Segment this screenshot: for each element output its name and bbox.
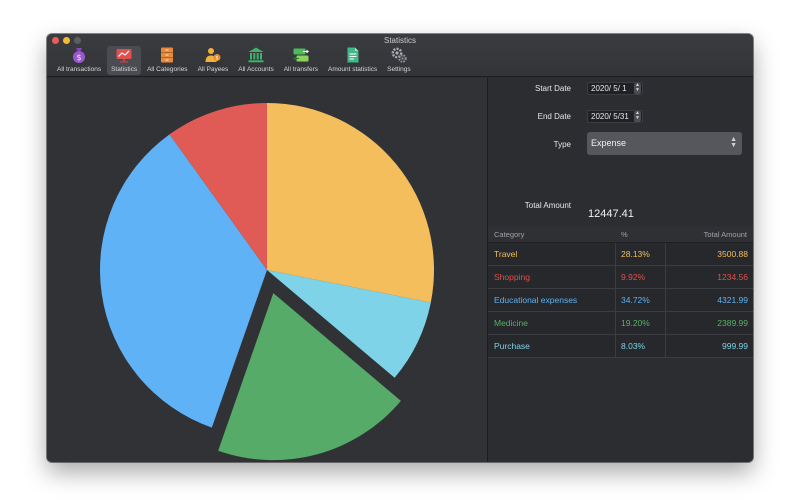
toolbar-label: All transactions — [57, 66, 102, 73]
amount-cell: 999.99 — [722, 341, 748, 351]
column-separator — [615, 312, 616, 335]
column-separator — [615, 266, 616, 289]
table-row[interactable]: Purchase 8.03% 999.99 — [488, 335, 753, 358]
cabinet-icon — [161, 47, 174, 63]
title-bar: Statistics $ All transactions Statistics — [47, 34, 753, 77]
toolbar-label: All Categories — [147, 66, 188, 73]
column-separator — [615, 243, 616, 266]
table-header: Category % Total Amount — [488, 226, 753, 243]
toolbar-label: All Accounts — [238, 66, 274, 73]
toolbar-label: Amount statistics — [328, 66, 378, 73]
column-header-percent[interactable]: % — [621, 230, 628, 239]
table-row[interactable]: Shopping 9.92% 1234.56 — [488, 266, 753, 289]
bank-icon — [248, 47, 264, 63]
type-select-value: Expense — [591, 138, 627, 148]
toolbar-item-statistics[interactable]: Statistics — [107, 46, 142, 75]
statistics-window: Statistics $ All transactions Statistics — [47, 34, 753, 462]
percent-cell: 9.92% — [621, 272, 646, 282]
percent-cell: 19.20% — [621, 318, 650, 328]
start-date-stepper[interactable]: ▲ ▼ — [634, 83, 641, 94]
toolbar-item-all-transactions[interactable]: $ All transactions — [53, 46, 105, 75]
toolbar-item-amount-statistics[interactable]: Amount statistics — [324, 46, 381, 75]
column-separator — [665, 243, 666, 266]
filter-and-summary-pane: Start Date 2020/ 5/ 1 ▲ ▼ End Date 2020/ … — [488, 78, 753, 462]
toolbar-item-all-payees[interactable]: $ All Payees — [194, 46, 233, 75]
toolbar-label: All transfers — [283, 66, 319, 73]
start-date-label: Start Date — [534, 84, 571, 93]
amount-cell: 1234.56 — [717, 272, 748, 282]
toolbar-item-settings[interactable]: Settings — [383, 46, 415, 75]
category-cell: Purchase — [494, 341, 530, 351]
category-cell: Shopping — [494, 272, 530, 282]
column-separator — [615, 289, 616, 312]
percent-cell: 8.03% — [621, 341, 646, 351]
toolbar-item-all-categories[interactable]: All Categories — [143, 46, 191, 75]
money-bag-icon: $ — [73, 48, 86, 63]
pie-chart-pane — [47, 78, 487, 462]
people-icon: $ — [205, 48, 221, 62]
toolbar-item-all-transfers[interactable]: All transfers — [280, 46, 322, 75]
toolbar: $ All transactions Statistics All Catego… — [53, 46, 417, 77]
end-date-stepper[interactable]: ▲ ▼ — [634, 111, 641, 122]
amount-cell: 4321.99 — [717, 295, 748, 305]
total-amount-label: Total Amount — [524, 201, 571, 210]
end-date-label: End Date — [537, 112, 571, 121]
gears-icon — [391, 47, 407, 63]
window-title: Statistics — [383, 36, 416, 45]
type-select[interactable]: Expense ▲ ▼ — [587, 132, 742, 155]
total-amount-value: 12447.41 — [588, 208, 634, 220]
column-header-category[interactable]: Category — [494, 230, 524, 239]
svg-text:$: $ — [76, 53, 81, 62]
percent-cell: 28.13% — [621, 249, 650, 259]
toolbar-label: All Payees — [197, 66, 229, 73]
table-row[interactable]: Medicine 19.20% 2389.99 — [488, 312, 753, 335]
chevron-up-down-icon: ▲ ▼ — [730, 136, 737, 149]
column-header-total-amount[interactable]: Total Amount — [704, 230, 747, 239]
amount-cell: 3500.88 — [717, 249, 748, 259]
column-separator — [665, 289, 666, 312]
table-body: Travel 28.13% 3500.88 Shopping 9.92% 1234.56 E… — [488, 243, 753, 358]
svg-text:$: $ — [215, 56, 218, 62]
chart-icon — [116, 49, 132, 63]
toolbar-item-all-accounts[interactable]: All Accounts — [234, 46, 277, 75]
percent-cell: 34.72% — [621, 295, 650, 305]
transfer-icon — [292, 48, 310, 62]
category-table: Category % Total Amount Travel 28.13% 3500… — [488, 226, 753, 358]
column-separator — [665, 312, 666, 335]
category-cell: Educational expenses — [494, 295, 578, 305]
pie-slice-travel[interactable] — [267, 103, 434, 303]
column-separator — [615, 335, 616, 358]
toolbar-label: Statistics — [111, 66, 138, 73]
column-separator — [665, 266, 666, 289]
type-label: Type — [553, 140, 571, 149]
pie-chart — [99, 103, 434, 461]
category-cell: Medicine — [494, 318, 529, 328]
amount-cell: 2389.99 — [717, 318, 748, 328]
category-cell: Travel — [494, 249, 518, 259]
document-icon — [347, 47, 359, 63]
toolbar-label: Settings — [387, 66, 411, 73]
table-row[interactable]: Educational expenses 34.72% 4321.99 — [488, 289, 753, 312]
column-separator — [665, 335, 666, 358]
table-row[interactable]: Travel 28.13% 3500.88 — [488, 243, 753, 266]
